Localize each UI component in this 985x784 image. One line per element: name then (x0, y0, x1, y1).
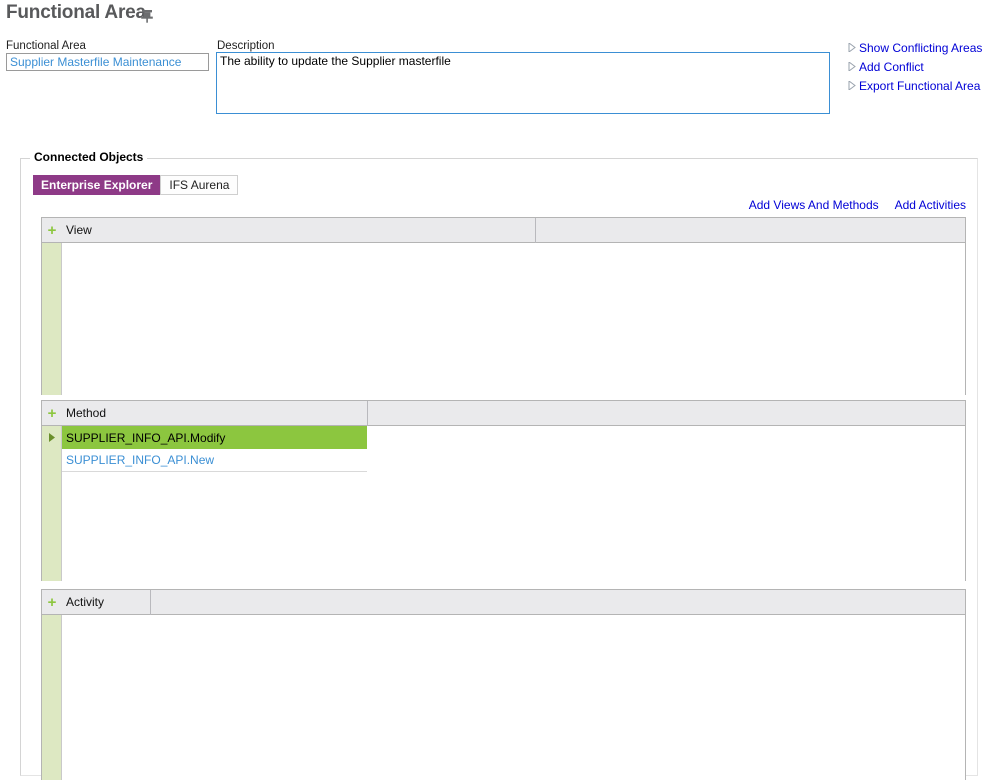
method-grid-body: SUPPLIER_INFO_API.Modify SUPPLIER_INFO_A… (42, 426, 965, 581)
grid-toolbar: Add Views And Methods Add Activities (749, 198, 966, 212)
action-link-add-conflict[interactable]: Add Conflict (845, 57, 982, 76)
method-name: SUPPLIER_INFO_API.Modify (66, 430, 226, 445)
activity-grid-body (42, 615, 965, 780)
activity-grid-rows (62, 615, 965, 780)
action-link-show-conflicting-areas[interactable]: Show Conflicting Areas (845, 38, 982, 57)
view-grid-header-second-column (536, 218, 965, 243)
method-grid: + Method SUPPLIER_INFO_API.Modify SUPPLI… (41, 400, 966, 581)
add-views-and-methods-link[interactable]: Add Views And Methods (749, 198, 879, 212)
activity-grid: + Activity (41, 589, 966, 780)
view-grid-body (42, 243, 965, 395)
plus-icon[interactable]: + (42, 595, 60, 610)
activity-grid-header: + Activity (42, 589, 965, 615)
action-link-label: Export Functional Area (859, 78, 981, 93)
functional-area-label: Functional Area (6, 40, 86, 52)
view-grid: + View (41, 217, 966, 395)
row-selector-triangle-right-icon (42, 426, 62, 449)
functional-area-input[interactable] (6, 53, 209, 71)
tab-label: IFS Aurena (169, 178, 230, 192)
action-link-label: Add Conflict (859, 59, 924, 74)
pushpin-icon[interactable] (139, 8, 155, 24)
plus-icon[interactable]: + (42, 406, 60, 421)
functional-area-page: Functional Area Functional Area Descript… (0, 0, 985, 784)
method-grid-header-second-column (368, 401, 965, 426)
page-title: Functional Area (6, 2, 146, 23)
method-grid-rows: SUPPLIER_INFO_API.Modify SUPPLIER_INFO_A… (49, 426, 965, 581)
description-textarea[interactable] (216, 52, 830, 114)
connected-objects-tabs: Enterprise Explorer IFS Aurena (33, 175, 239, 195)
activity-grid-header-second-column (151, 590, 965, 615)
action-links: Show Conflicting Areas Add Conflict Expo… (845, 38, 982, 95)
view-grid-rows (62, 243, 965, 395)
table-row[interactable]: SUPPLIER_INFO_API.New (62, 449, 965, 472)
view-grid-header: + View (42, 217, 965, 243)
triangle-right-icon (845, 79, 859, 93)
method-grid-gutter (42, 426, 62, 581)
activity-grid-header-label: Activity (66, 595, 105, 609)
method-grid-header: + Method (42, 400, 965, 426)
method-grid-header-label: Method (66, 406, 107, 420)
triangle-right-icon (845, 41, 859, 55)
triangle-right-icon (845, 60, 859, 74)
action-link-label: Show Conflicting Areas (859, 40, 983, 55)
connected-objects-legend: Connected Objects (30, 150, 148, 164)
tab-enterprise-explorer[interactable]: Enterprise Explorer (33, 175, 161, 195)
tab-label: Enterprise Explorer (41, 178, 153, 192)
action-link-export-functional-area[interactable]: Export Functional Area (845, 76, 982, 95)
view-grid-gutter (42, 243, 62, 395)
activity-grid-gutter (42, 615, 62, 780)
table-row[interactable]: SUPPLIER_INFO_API.Modify (49, 426, 965, 449)
description-label: Description (217, 40, 275, 52)
method-name: SUPPLIER_INFO_API.New (66, 453, 215, 467)
add-activities-link[interactable]: Add Activities (895, 198, 966, 212)
view-grid-header-label: View (66, 223, 92, 237)
plus-icon[interactable]: + (42, 223, 60, 238)
tab-ifs-aurena[interactable]: IFS Aurena (160, 175, 239, 195)
